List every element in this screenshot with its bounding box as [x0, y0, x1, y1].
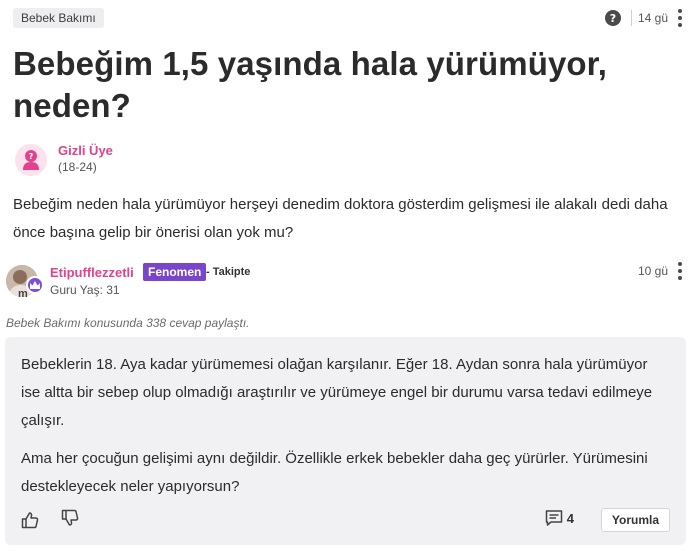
answer-paragraph: Ama her çocuğun gelişimi aynı değildir. … — [21, 450, 648, 495]
top-right-controls: ? 14 gü — [604, 8, 682, 28]
svg-text:?: ? — [29, 152, 34, 161]
answer-more-options-icon[interactable] — [678, 262, 682, 280]
comment-count: 4 — [566, 510, 574, 526]
follow-status[interactable]: - Takipte — [206, 266, 250, 278]
answer-card: Bebeklerin 18. Aya kadar yürümemesi olağ… — [5, 337, 686, 545]
guru-age: Guru Yaş: 31 — [50, 283, 120, 297]
top-bar: Bebek Bakımı ? 14 gü — [13, 8, 682, 28]
category-tag[interactable]: Bebek Bakımı — [13, 8, 104, 28]
asker-name[interactable]: Gizli Üye — [58, 143, 113, 158]
thumbs-down-icon[interactable] — [61, 509, 79, 527]
level-badge: Fenomen — [143, 263, 207, 281]
answer-time: 10 gü — [637, 264, 668, 278]
crown-badge-icon — [26, 276, 44, 294]
reply-button[interactable]: Yorumla — [600, 508, 670, 532]
answerer-name[interactable]: Etipufflezzetli — [50, 265, 134, 280]
question-title: Bebeğim 1,5 yaşında hala yürümüyor, nede… — [13, 45, 608, 124]
question-time: 14 gü — [637, 11, 668, 25]
question-body: Bebeğim neden hala yürümüyor herşeyi den… — [13, 196, 668, 241]
comment-icon — [545, 509, 563, 527]
question-circle-icon[interactable]: ? — [604, 10, 621, 26]
asker-age: (18-24) — [58, 160, 97, 174]
answer-time-controls: 10 gü — [638, 262, 682, 280]
thumbs-up-icon[interactable] — [21, 511, 39, 529]
more-options-icon[interactable] — [678, 9, 682, 27]
comments-button[interactable]: 4 — [545, 509, 574, 527]
anonymous-user-icon[interactable]: ? — [15, 144, 47, 176]
share-note: Bebek Bakımı konusunda 338 cevap paylaşt… — [6, 316, 250, 330]
divider — [630, 10, 632, 26]
avatar-letter: m — [18, 288, 28, 300]
answer-paragraph: Bebeklerin 18. Aya kadar yürümemesi olağ… — [21, 356, 653, 429]
answer-header: m Etipufflezzetli Fenomen - Takipte Guru… — [6, 262, 682, 302]
